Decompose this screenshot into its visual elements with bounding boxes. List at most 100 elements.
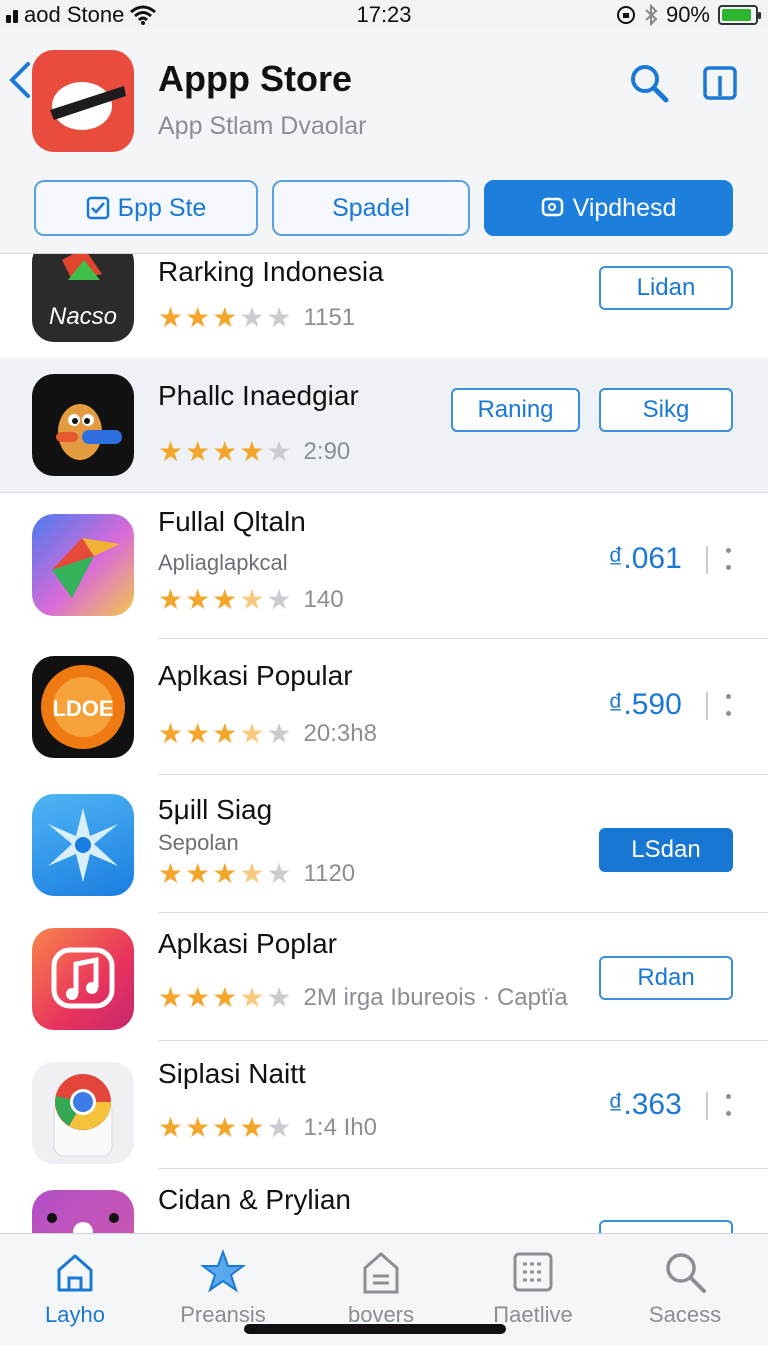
app-icon: LDOE (32, 656, 134, 758)
list-item[interactable]: LDOE Aplkasi Popular ★ ★ ★ ★ ★ 20:3h8 ₫.590 (0, 638, 768, 774)
app-title: Fullal Qltaln (158, 506, 306, 537)
separator (706, 546, 708, 574)
app-rating: ★ ★ ★ ★ ★ 2M irga Ibureois · Captïa (158, 984, 568, 1012)
star-icon: ★ (158, 584, 184, 615)
list-item[interactable]: Phallc Inaedgiar ★ ★ ★ ★ ★ 2:90 Raning Sikg (0, 358, 768, 492)
more-options-icon[interactable] (725, 694, 731, 716)
status-bar: aod Stone 17:23 90% (0, 0, 768, 30)
store-logo-icon (50, 82, 126, 130)
star-icon: ★ (185, 718, 211, 749)
star-icon: ★ (185, 858, 211, 889)
star-icon: ★ (185, 302, 211, 333)
star-icon: ★ (266, 982, 292, 1013)
get-button[interactable]: Rdan (599, 956, 733, 1000)
battery-percent: 90% (665, 2, 710, 27)
list-item[interactable]: Cidan & Prylian (0, 1168, 768, 1234)
star-icon: ★ (266, 858, 292, 889)
list-item[interactable]: 5μill Siag Sepolan ★ ★ ★ ★ ★ 1120 LSdan (0, 774, 768, 912)
secondary-button[interactable]: Raning (451, 388, 580, 432)
app-list: Nacso Rarking Indonesia ★ ★ ★ ★ ★ 1151 Lidan… (0, 253, 768, 1234)
battery-icon (718, 5, 761, 25)
list-item[interactable]: Fullal Qltaln Apliaglapkcal ★ ★ ★ ★ ★ 140 ₫.… (0, 492, 768, 638)
list-icon (513, 1252, 553, 1292)
search-icon (666, 1253, 706, 1293)
app-header: Appp Store App Stlam Dvaolar Бpp Ste Spa… (0, 30, 768, 252)
search-icon[interactable] (628, 62, 670, 104)
tab-label: Sacess (648, 1302, 722, 1327)
app-icon (32, 50, 134, 152)
back-chevron-icon[interactable] (4, 58, 34, 102)
segment-vipdhesd[interactable]: Vipdhesd (484, 180, 733, 236)
app-title: Phallc Inaedgiar (158, 380, 359, 411)
get-button[interactable]: Sikg (599, 388, 733, 432)
list-item[interactable]: Siplasi Naitt ★ ★ ★ ★ ★ 1:4 Ih0 ₫.363 (0, 1040, 768, 1168)
page-subtitle: App Stlam Dvaolar (158, 112, 367, 140)
star-icon: ★ (185, 436, 211, 467)
app-price[interactable]: ₫.061 (608, 542, 682, 576)
more-options-icon[interactable] (725, 1094, 731, 1116)
star-icon: ★ (239, 584, 265, 615)
tab-sacess[interactable]: Sacess (610, 1234, 760, 1345)
star-icon: ★ (212, 584, 238, 615)
list-item[interactable]: Nacso Rarking Indonesia ★ ★ ★ ★ ★ 1151 Lidan (0, 254, 768, 358)
app-rating: ★ ★ ★ ★ ★ 140 (158, 586, 344, 614)
star-icon: ★ (239, 436, 265, 467)
get-button[interactable]: LSdan (599, 828, 733, 872)
star-icon: ★ (266, 302, 292, 333)
divider (0, 492, 768, 493)
segment-spadel[interactable]: Spadel (272, 180, 470, 236)
star-burst-icon (200, 1249, 246, 1293)
app-icon: Nacso (32, 254, 134, 342)
home-icon (57, 1254, 93, 1292)
rating-count: 1:4 Ih0 (303, 1114, 377, 1141)
status-right: 90% (616, 2, 761, 28)
star-icon: ★ (158, 718, 184, 749)
app-title: 5μill Siag (158, 794, 273, 825)
tab-layho[interactable]: Layho (0, 1234, 150, 1345)
share-icon[interactable] (700, 62, 740, 102)
app-rating: ★ ★ ★ ★ ★ 1151 (158, 304, 355, 332)
app-title: Aplkasi Popular (158, 660, 353, 691)
app-title: Cidan & Prylian (158, 1184, 351, 1215)
star-icon: ★ (185, 1112, 211, 1143)
app-title: Rarking Indonesia (158, 256, 384, 287)
star-icon: ★ (266, 436, 292, 467)
icon-text: LDOE (52, 696, 113, 721)
separator (706, 1092, 708, 1120)
star-icon: ★ (158, 436, 184, 467)
app-icon (32, 1190, 134, 1234)
bluetooth-icon (645, 4, 658, 26)
app-price[interactable]: ₫.590 (608, 688, 682, 722)
more-options-icon[interactable] (725, 548, 731, 570)
music-note-icon (51, 947, 115, 1009)
rating-count: 20:3h8 (303, 720, 377, 747)
star-icon: ★ (158, 1112, 184, 1143)
rating-count: 1151 (303, 304, 356, 331)
app-rating: ★ ★ ★ ★ ★ 20:3h8 (158, 720, 377, 748)
app-icon (32, 514, 134, 616)
star-icon: ★ (212, 1112, 238, 1143)
app-icon (32, 928, 134, 1030)
star-icon: ★ (239, 1112, 265, 1143)
app-price[interactable]: ₫.363 (608, 1088, 682, 1122)
divider (158, 912, 768, 913)
star-icon: ★ (212, 302, 238, 333)
star-icon: ★ (158, 982, 184, 1013)
get-button[interactable] (599, 1220, 733, 1234)
rating-count: 2M irga Ibureois · Captïa (303, 984, 568, 1011)
app-rating: ★ ★ ★ ★ ★ 2:90 (158, 438, 350, 466)
home-indicator[interactable] (244, 1324, 506, 1334)
app-subtitle: Apliaglapkcal (158, 550, 288, 575)
star-icon: ★ (239, 302, 265, 333)
get-button[interactable]: Lidan (599, 266, 733, 310)
app-icon (32, 794, 134, 896)
star-icon: ★ (212, 858, 238, 889)
divider (158, 1168, 768, 1169)
list-item[interactable]: Aplkasi Poplar ★ ★ ★ ★ ★ 2M irga Ibureois · … (0, 912, 768, 1040)
star-icon: ★ (158, 302, 184, 333)
divider (158, 774, 768, 775)
star-icon: ★ (266, 1112, 292, 1143)
segment-app-store[interactable]: Бpp Ste (34, 180, 258, 236)
segment-label: Spadel (332, 193, 410, 222)
star-icon: ★ (266, 718, 292, 749)
